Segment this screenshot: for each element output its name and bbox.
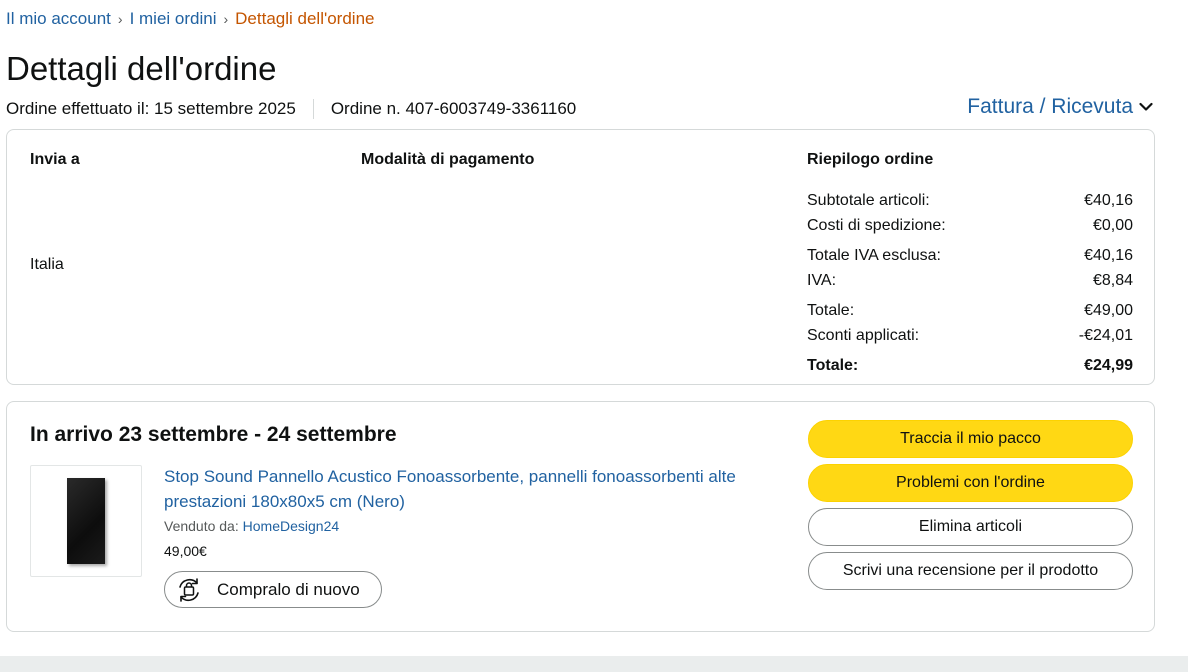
write-review-button[interactable]: Scrivi una recensione per il prodotto bbox=[808, 552, 1133, 590]
buy-again-icon bbox=[179, 577, 199, 602]
track-package-button[interactable]: Traccia il mio pacco bbox=[808, 420, 1133, 458]
summary-heading: Riepilogo ordine bbox=[807, 151, 934, 168]
delete-items-button[interactable]: Elimina articoli bbox=[808, 508, 1133, 546]
summary-row: Totale IVA esclusa: €40,16 bbox=[807, 243, 1133, 268]
shipment-card: In arrivo 23 settembre - 24 settembre St… bbox=[6, 401, 1155, 632]
summary-row: Totale: €49,00 bbox=[807, 298, 1133, 323]
breadcrumb-account-link[interactable]: Il mio account bbox=[6, 9, 111, 29]
page-title: Dettagli dell'ordine bbox=[6, 50, 277, 87]
summary-label: Totale IVA esclusa: bbox=[807, 247, 941, 264]
chevron-down-icon bbox=[1139, 102, 1153, 111]
invoice-link-label[interactable]: Fattura / Ricevuta bbox=[967, 95, 1133, 119]
summary-value: €49,00 bbox=[1084, 302, 1133, 319]
sold-by-label: Venduto da: bbox=[164, 518, 239, 534]
seller-link[interactable]: HomeDesign24 bbox=[243, 518, 340, 534]
breadcrumb-orders-link[interactable]: I miei ordini bbox=[130, 9, 217, 29]
summary-value: €40,16 bbox=[1084, 247, 1133, 264]
order-summary-card: Invia a Italia Modalità di pagamento Rie… bbox=[6, 129, 1155, 385]
order-number: Ordine n. 407-6003749-3361160 bbox=[330, 99, 577, 118]
summary-label: Costi di spedizione: bbox=[807, 217, 946, 234]
summary-label: Sconti applicati: bbox=[807, 327, 920, 344]
summary-total-label: Totale: bbox=[807, 357, 859, 374]
summary-row: Subtotale articoli: €40,16 bbox=[807, 188, 1133, 213]
summary-value: €8,84 bbox=[1092, 272, 1133, 289]
payment-heading: Modalità di pagamento bbox=[361, 151, 535, 168]
ship-to-heading: Invia a bbox=[30, 151, 80, 168]
summary-label: IVA: bbox=[807, 272, 837, 289]
product-title-link[interactable]: Stop Sound Pannello Acustico Fonoassorbe… bbox=[164, 464, 774, 514]
breadcrumb-separator: › bbox=[223, 11, 229, 27]
meta-divider bbox=[312, 99, 314, 119]
breadcrumb-separator: › bbox=[117, 11, 123, 27]
summary-value: -€24,01 bbox=[1078, 327, 1133, 344]
shipment-actions: Traccia il mio pacco Problemi con l'ordi… bbox=[808, 420, 1133, 596]
summary-row: Sconti applicati: -€24,01 bbox=[807, 323, 1133, 348]
order-meta: Ordine effettuato il: 15 settembre 2025 … bbox=[6, 99, 576, 119]
breadcrumb-current: Dettagli dell'ordine bbox=[235, 9, 375, 28]
summary-value: €40,16 bbox=[1084, 192, 1133, 209]
order-problems-button[interactable]: Problemi con l'ordine bbox=[808, 464, 1133, 502]
buy-again-label[interactable]: Compralo di nuovo bbox=[217, 580, 360, 600]
summary-row: IVA: €8,84 bbox=[807, 268, 1133, 293]
ship-to-country: Italia bbox=[30, 256, 64, 273]
breadcrumb: Il mio account › I miei ordini › Dettagl… bbox=[6, 9, 375, 29]
summary-label: Subtotale articoli: bbox=[807, 192, 930, 209]
seller-line: Venduto da: HomeDesign24 bbox=[164, 518, 339, 534]
summary-total-row: Totale: €24,99 bbox=[807, 353, 1133, 378]
order-details-page: Il mio account › I miei ordini › Dettagl… bbox=[0, 0, 1188, 672]
product-price: 49,00€ bbox=[164, 543, 207, 559]
summary-value: €0,00 bbox=[1092, 217, 1133, 234]
summary-row: Costi di spedizione: €0,00 bbox=[807, 213, 1133, 238]
order-date: Ordine effettuato il: 15 settembre 2025 bbox=[6, 99, 296, 118]
invoice-dropdown[interactable]: Fattura / Ricevuta bbox=[967, 95, 1153, 119]
product-panel-graphic bbox=[67, 478, 105, 564]
order-summary-table: Subtotale articoli: €40,16 Costi di sped… bbox=[807, 188, 1133, 378]
product-image[interactable] bbox=[30, 465, 142, 577]
buy-again-button[interactable]: Compralo di nuovo bbox=[164, 571, 382, 608]
summary-label: Totale: bbox=[807, 302, 855, 319]
footer-band bbox=[0, 656, 1188, 672]
summary-total-value: €24,99 bbox=[1084, 357, 1133, 374]
arrival-heading: In arrivo 23 settembre - 24 settembre bbox=[30, 423, 397, 446]
